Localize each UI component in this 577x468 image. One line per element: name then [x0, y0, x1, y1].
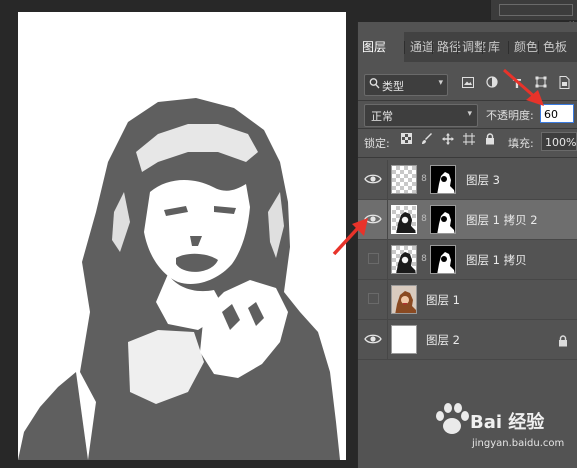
layer-thumbnail[interactable]	[391, 285, 417, 314]
chain-link-icon[interactable]: 8	[420, 214, 428, 224]
annotation-arrow-icon	[503, 68, 544, 106]
layer-row-1-copy[interactable]: 8 图层 1 拷贝	[358, 240, 577, 280]
chain-link-icon[interactable]: 8	[420, 254, 428, 264]
layer-mask-thumbnail[interactable]	[430, 245, 456, 274]
smart-object-filter-icon[interactable]	[556, 76, 572, 92]
top-right-toolbar	[490, 0, 577, 20]
watermark: Bai 经验 jingyan.baidu.com	[432, 400, 572, 460]
layer-thumbnail[interactable]	[391, 205, 417, 234]
watermark-brand: Bai 经验	[470, 412, 545, 433]
layer-thumbnail[interactable]	[391, 325, 417, 354]
layer-name[interactable]: 图层 1 拷贝	[466, 252, 527, 268]
portrait-silhouette	[18, 98, 340, 460]
row-separator	[387, 200, 388, 239]
panel-tabs: 图层 通道 路径 调整 库 颜色 色板	[358, 32, 577, 62]
watermark-url: jingyan.baidu.com	[472, 438, 565, 449]
adjustment-filter-icon[interactable]	[484, 76, 500, 92]
chevron-down-icon: ▾	[467, 109, 472, 119]
lock-move-icon[interactable]	[441, 133, 455, 147]
tab-layers[interactable]: 图层	[358, 32, 404, 62]
layer-name[interactable]: 图层 2	[426, 332, 460, 348]
layer-lock-icon	[558, 332, 570, 347]
chevron-down-icon: ▾	[438, 78, 443, 88]
image-filter-icon[interactable]	[460, 76, 476, 92]
lock-label: 锁定:	[364, 137, 390, 150]
document-canvas[interactable]	[18, 12, 346, 460]
visibility-eye-icon[interactable]	[364, 170, 382, 188]
layer-row-2[interactable]: 图层 2	[358, 320, 577, 360]
layer-name[interactable]: 图层 3	[466, 172, 500, 188]
layer-thumbnail[interactable]	[391, 165, 417, 194]
filter-kind-label: 类型	[382, 80, 404, 93]
row-separator	[387, 320, 388, 359]
paw-logo-icon	[436, 403, 469, 434]
layer-mask-thumbnail[interactable]	[430, 205, 456, 234]
tab-separator	[404, 41, 405, 54]
divider	[358, 128, 577, 129]
layer-mask-thumbnail[interactable]	[430, 165, 456, 194]
layer-row-1[interactable]: 图层 1	[358, 280, 577, 320]
layer-thumbnail[interactable]	[391, 245, 417, 274]
chain-link-icon[interactable]: 8	[420, 174, 428, 184]
tab-separator	[482, 41, 483, 54]
lock-transparent-icon[interactable]	[399, 133, 413, 147]
tab-swatches[interactable]: 色板	[539, 32, 577, 62]
tab-separator	[508, 41, 509, 54]
divider	[358, 157, 577, 158]
row-separator	[387, 240, 388, 279]
toolbar-slot	[499, 4, 573, 16]
layer-filter-dropdown[interactable]: 类型 ▾	[364, 74, 448, 96]
lock-all-icon[interactable]	[483, 133, 497, 147]
visibility-eye-icon[interactable]	[364, 330, 382, 348]
layer-name[interactable]: 图层 1 拷贝 2	[466, 212, 538, 228]
layer-row-3[interactable]: 8 图层 3	[358, 160, 577, 200]
search-icon	[369, 77, 380, 93]
row-separator	[387, 280, 388, 319]
blend-mode-dropdown[interactable]: 正常 ▾	[364, 104, 478, 127]
visibility-toggle-off[interactable]	[368, 293, 379, 304]
fill-label: 填充:	[508, 137, 534, 150]
row-separator	[387, 160, 388, 199]
layer-row-1-copy-2[interactable]: 8 图层 1 拷贝 2	[358, 200, 577, 240]
blend-mode-value: 正常	[371, 110, 393, 123]
annotation-arrow-icon	[332, 218, 368, 256]
fill-input[interactable]: 100%	[541, 132, 577, 151]
lock-artboard-icon[interactable]	[462, 133, 476, 147]
lock-paint-icon[interactable]	[420, 133, 434, 147]
layer-name[interactable]: 图层 1	[426, 292, 460, 308]
